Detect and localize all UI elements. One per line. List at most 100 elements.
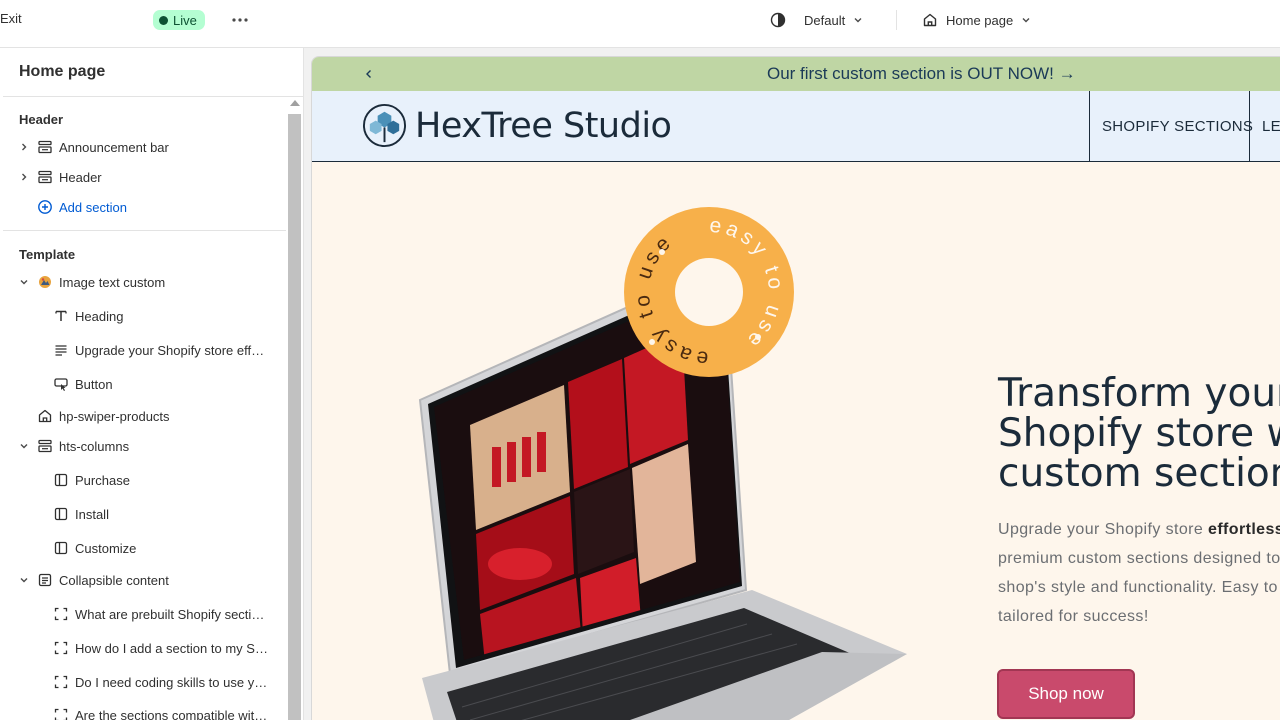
frame-corners-icon <box>54 641 68 655</box>
more-horizontal-icon <box>232 18 248 22</box>
exit-button[interactable]: Exit <box>0 11 22 26</box>
chevron-down-icon <box>1022 18 1030 23</box>
scrollbar-thumb[interactable] <box>288 114 301 720</box>
page-select[interactable]: Home page <box>922 8 1031 32</box>
block-item-label: Purchase <box>75 472 130 488</box>
block-item-label: Button <box>75 376 113 392</box>
block-item-button[interactable]: Button <box>3 370 286 398</box>
section-item-label: Header <box>59 169 102 185</box>
section-layout-icon <box>38 140 52 154</box>
easy-to-use-badge: easy to use easy to use <box>624 207 794 377</box>
section-layout-icon <box>38 170 52 184</box>
theme-select-label: Default <box>804 12 846 28</box>
section-item-image-text-custom[interactable]: Image text custom <box>3 268 286 296</box>
section-item-label: hp-swiper-products <box>59 408 170 424</box>
live-status-label: Live <box>173 12 197 28</box>
section-item-label: Collapsible content <box>59 572 169 588</box>
column-icon <box>54 541 68 555</box>
block-item-purchase[interactable]: Purchase <box>3 466 286 494</box>
sidebar-title: Home page <box>19 63 106 80</box>
add-circle-icon <box>38 200 52 214</box>
section-item-label: Announcement bar <box>59 139 169 155</box>
laptop-product-image: easy to use easy to use <box>418 207 907 720</box>
block-item-label: Customize <box>75 540 137 556</box>
block-item-text[interactable]: Upgrade your Shopify store effortlessly … <box>3 336 286 364</box>
frame-corners-icon <box>54 607 68 621</box>
hero-heading-line: custom sections <box>998 451 1280 496</box>
nav-link-learn[interactable]: LEARN <box>1249 91 1280 161</box>
home-icon <box>923 13 937 27</box>
text-heading-icon <box>55 310 67 321</box>
block-item-label: Heading <box>75 308 124 324</box>
add-section-label: Add section <box>59 199 127 215</box>
top-bar: Exit Live Default Home page <box>0 0 1280 48</box>
block-item-customize[interactable]: Customize <box>3 534 286 562</box>
chevron-left-icon[interactable] <box>362 67 376 81</box>
hero-heading-line: Shopify store with <box>998 411 1280 456</box>
home-icon <box>38 409 52 423</box>
theme-settings-select[interactable]: Default <box>770 8 863 32</box>
block-item-label: Are the sections compatible with my them… <box>75 707 271 720</box>
section-item-collapsible-content[interactable]: Collapsible content <box>3 566 286 594</box>
section-item-announcement-bar[interactable]: Announcement bar <box>3 133 286 161</box>
hero-description: Upgrade your Shopify store effortlessly … <box>998 515 1280 631</box>
chevron-down-icon[interactable] <box>19 575 29 585</box>
block-item-faq[interactable]: Do I need coding skills to use your sect… <box>3 668 286 696</box>
group-divider <box>3 230 286 231</box>
frame-corners-icon <box>54 708 68 720</box>
block-item-label: Install <box>75 506 109 522</box>
site-header: HexTree Studio SHOPIFY SECTIONS LEARN <box>312 91 1280 162</box>
chevron-down-icon <box>854 18 862 23</box>
hero-text-bold: effortlessly <box>1208 521 1280 538</box>
collapsible-content-icon <box>38 573 52 587</box>
group-label-header: Header <box>19 112 64 127</box>
announcement-bar: Our first custom section is OUT NOW! → <box>312 57 1280 91</box>
column-icon <box>54 507 68 521</box>
block-item-label: What are prebuilt Shopify sections? <box>75 606 271 622</box>
hero-heading: Transform your Shopify store with custom… <box>998 374 1280 494</box>
section-layout-icon <box>38 439 52 453</box>
block-item-label: Do I need coding skills to use your sect… <box>75 674 271 690</box>
scroll-up-arrow-icon[interactable] <box>290 100 300 106</box>
block-item-faq[interactable]: What are prebuilt Shopify sections? <box>3 600 286 628</box>
status-dot-icon <box>159 15 168 25</box>
section-item-hp-swiper-products[interactable]: hp-swiper-products <box>3 402 286 430</box>
brand-name[interactable]: HexTree Studio <box>415 106 672 146</box>
announcement-link[interactable]: Our first custom section is OUT NOW! → <box>767 64 1076 84</box>
button-press-icon <box>54 378 68 391</box>
block-item-label: How do I add a section to my Shopify sto… <box>75 640 271 656</box>
chevron-down-icon[interactable] <box>19 441 29 451</box>
page-select-label: Home page <box>946 12 1014 28</box>
nav-link-shopify-sections[interactable]: SHOPIFY SECTIONS <box>1089 91 1253 161</box>
live-status-badge: Live <box>153 10 205 30</box>
hero-text-run: Upgrade your Shopify store <box>998 521 1209 538</box>
sidebar-header: Home page <box>3 48 303 97</box>
chevron-down-icon[interactable] <box>19 277 29 287</box>
hero-section: easy to use easy to use Transform your S… <box>312 162 1280 720</box>
hextree-logo-icon[interactable] <box>362 103 407 148</box>
hero-description-line: shop's style and functionality. Easy to <box>998 579 1278 596</box>
add-section-button[interactable]: Add section <box>3 193 286 221</box>
block-item-faq[interactable]: Are the sections compatible with my them… <box>3 701 286 720</box>
frame-corners-icon <box>54 675 68 689</box>
shop-now-button[interactable]: Shop now <box>997 669 1135 719</box>
group-label-template: Template <box>19 247 76 262</box>
column-icon <box>54 473 68 487</box>
hero-description-line: tailored for success! <box>998 608 1149 625</box>
sections-sidebar: Home page Header Announcement bar Header… <box>0 48 304 720</box>
storefront-frame: Our first custom section is OUT NOW! → H… <box>311 56 1280 720</box>
sidebar-section-list: Header Announcement bar Header Add secti… <box>3 97 286 720</box>
text-paragraph-icon <box>55 345 67 356</box>
section-item-header[interactable]: Header <box>3 163 286 191</box>
chevron-right-icon[interactable] <box>19 172 29 182</box>
chevron-right-icon[interactable] <box>19 142 29 152</box>
more-actions-button[interactable] <box>226 8 254 32</box>
theme-preview: Our first custom section is OUT NOW! → H… <box>304 48 1280 720</box>
globe-icon <box>770 12 786 28</box>
section-item-hts-columns[interactable]: hts-columns <box>3 432 286 460</box>
hero-description-line: premium custom sections designed to <box>998 550 1280 567</box>
block-item-label: Upgrade your Shopify store effortlessly … <box>75 342 271 358</box>
block-item-heading[interactable]: Heading <box>3 302 286 330</box>
block-item-faq[interactable]: How do I add a section to my Shopify sto… <box>3 634 286 662</box>
block-item-install[interactable]: Install <box>3 500 286 528</box>
